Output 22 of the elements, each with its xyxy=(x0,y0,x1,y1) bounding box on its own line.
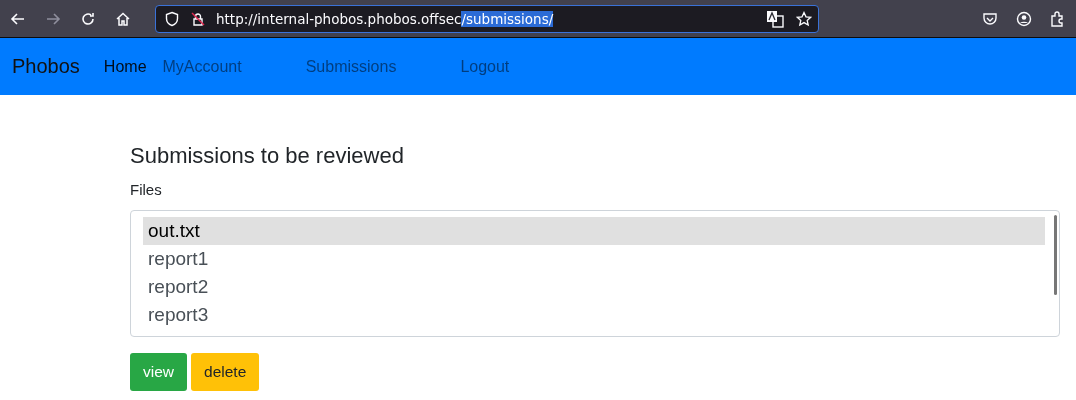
account-icon[interactable] xyxy=(1016,10,1032,27)
extensions-icon[interactable] xyxy=(1050,10,1066,27)
scrollbar-thumb[interactable] xyxy=(1054,215,1057,296)
reload-icon[interactable] xyxy=(80,10,96,27)
file-option[interactable]: report3 xyxy=(143,301,1045,330)
back-icon[interactable] xyxy=(10,10,26,27)
page-heading: Submissions to be reviewed xyxy=(130,143,405,170)
files-label: Files xyxy=(130,181,163,199)
translate-icon[interactable] xyxy=(766,9,784,28)
star-icon[interactable] xyxy=(796,10,812,27)
home-icon[interactable] xyxy=(115,10,131,27)
nav-link[interactable]: Home xyxy=(103,57,147,76)
forward-icon[interactable] xyxy=(45,10,61,27)
file-option[interactable]: report1 xyxy=(143,245,1045,274)
file-listbox[interactable]: out.txt report1 report2 report3 xyxy=(130,210,1060,338)
insecure-lock-icon[interactable] xyxy=(190,10,206,27)
shield-icon[interactable] xyxy=(164,10,180,27)
pocket-icon[interactable] xyxy=(982,10,998,27)
file-option[interactable]: out.txt xyxy=(143,217,1045,246)
delete-button[interactable]: delete xyxy=(191,353,260,392)
file-option[interactable]: report2 xyxy=(143,273,1045,302)
brand-link[interactable]: Phobos xyxy=(12,55,80,78)
